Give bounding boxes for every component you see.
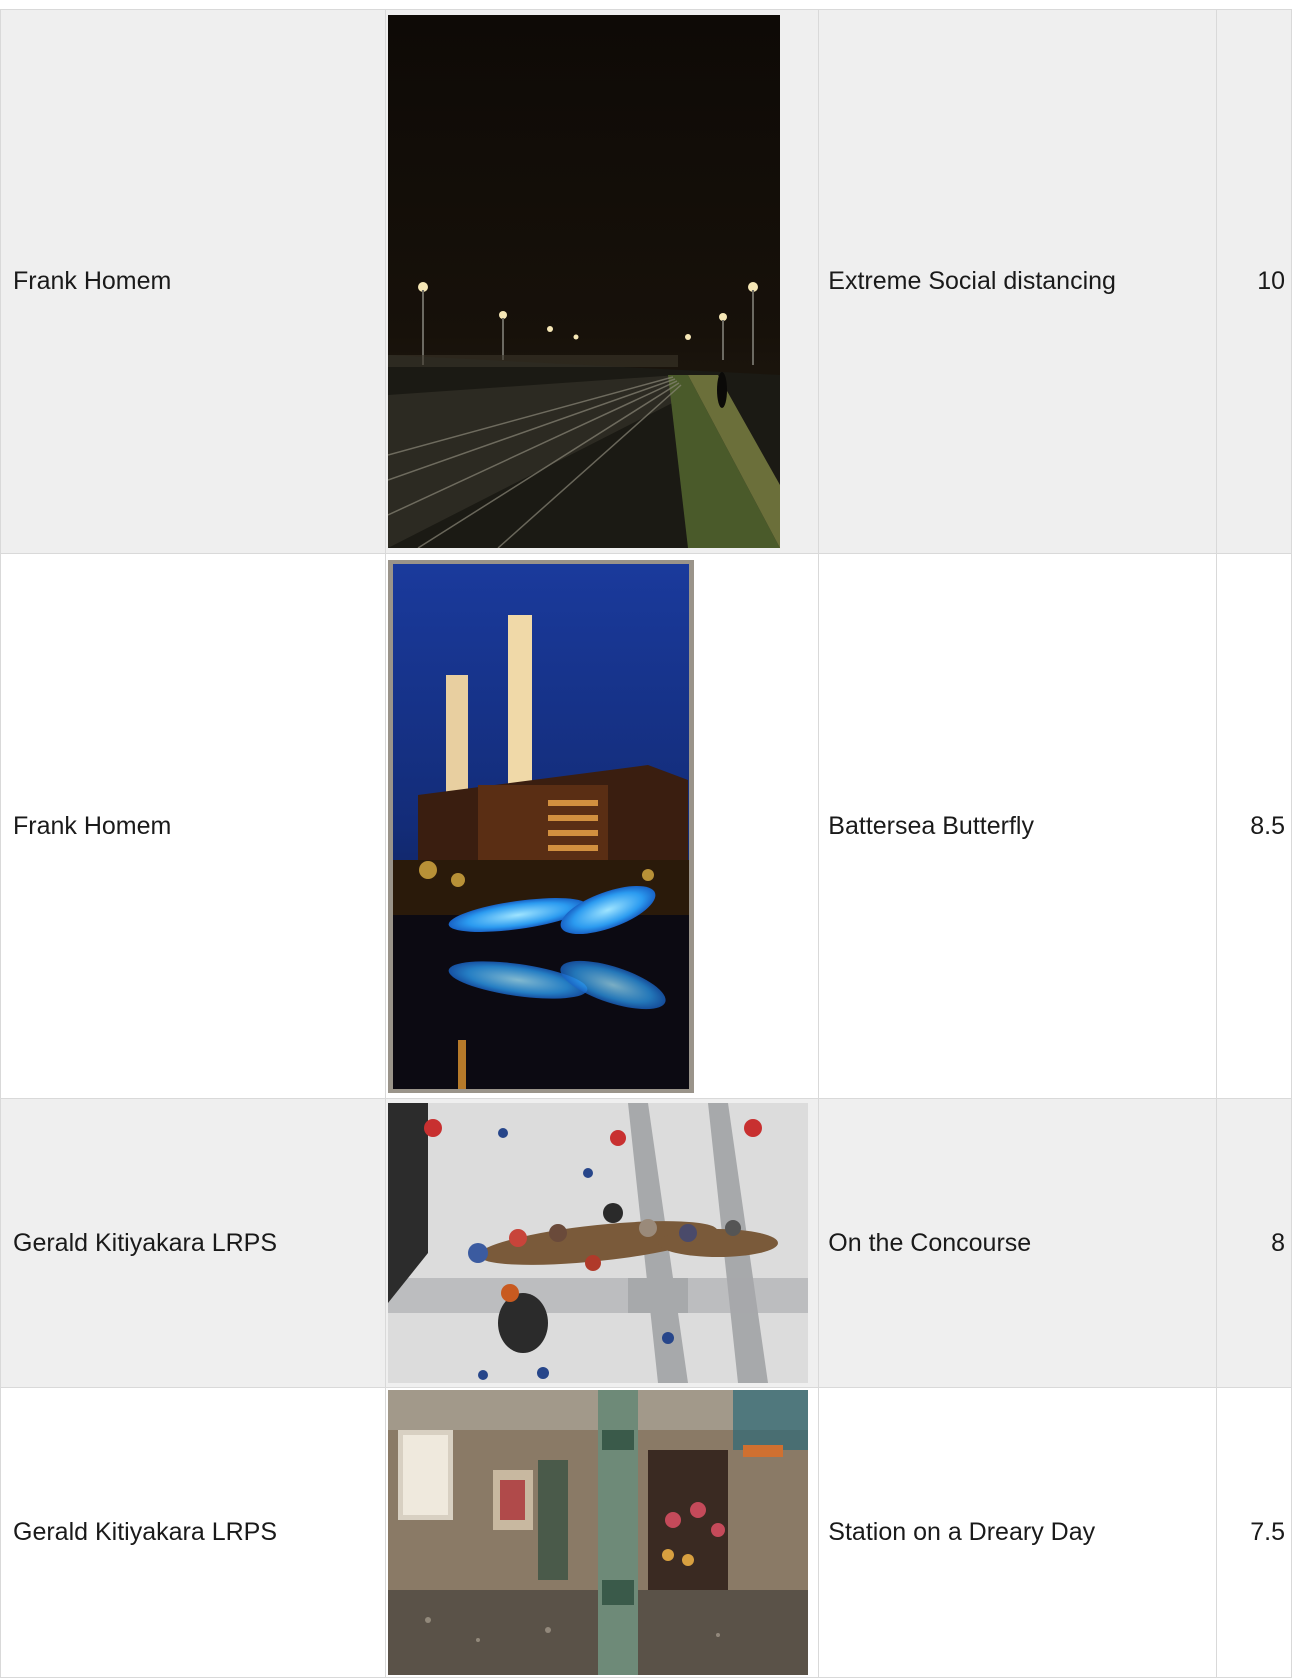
- photo-cell: [385, 1387, 820, 1678]
- title-cell: Extreme Social distancing: [818, 9, 1217, 554]
- title-cell: Station on a Dreary Day: [818, 1387, 1217, 1678]
- results-table: Frank Homem Extreme Social distancing 10…: [0, 9, 1293, 1678]
- score-cell: 8: [1215, 1098, 1293, 1388]
- table-row: Frank Homem: [0, 9, 1293, 554]
- table-row: Gerald Kitiyakara LRPS: [0, 1098, 1293, 1388]
- table-row: Frank Homem: [0, 553, 1293, 1099]
- author-cell: Frank Homem: [0, 9, 387, 554]
- score-cell: 7.5: [1215, 1387, 1293, 1678]
- author-cell: Frank Homem: [0, 553, 387, 1099]
- photo-battersea-butterfly[interactable]: [388, 559, 695, 1093]
- score-cell: 10: [1215, 9, 1293, 554]
- table-row: Gerald Kitiyakara LRPS: [0, 1387, 1293, 1678]
- photo-cell: [385, 1098, 820, 1388]
- title-cell: On the Concourse: [818, 1098, 1217, 1388]
- photo-on-the-concourse[interactable]: [388, 1103, 809, 1383]
- score-cell: 8.5: [1215, 553, 1293, 1099]
- photo-cell: [385, 9, 820, 554]
- author-cell: Gerald Kitiyakara LRPS: [0, 1387, 387, 1678]
- photo-station-on-a-dreary-day[interactable]: [388, 1390, 809, 1675]
- title-cell: Battersea Butterfly: [818, 553, 1217, 1099]
- photo-extreme-social-distancing[interactable]: [388, 15, 781, 548]
- author-cell: Gerald Kitiyakara LRPS: [0, 1098, 387, 1388]
- photo-cell: [385, 553, 820, 1099]
